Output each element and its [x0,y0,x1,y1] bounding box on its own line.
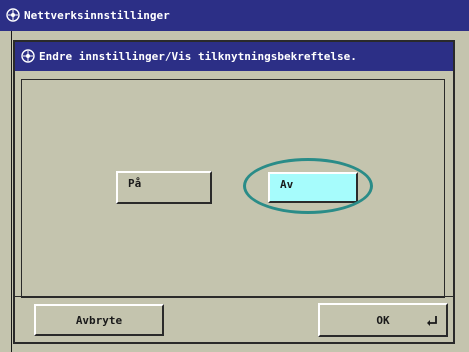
footer-divider [13,296,455,297]
screen: Nettverksinnstillinger Endre innstilling… [0,0,469,352]
network-settings-icon [6,8,20,22]
left-frame [0,31,12,352]
on-option-label: På [128,177,142,190]
dialog-header: Endre innstillinger/Vis tilknytningsbekr… [15,42,453,71]
right-frame [461,31,469,352]
cancel-button[interactable]: Avbryte [34,304,164,336]
network-settings-icon [21,49,35,63]
cancel-button-label: Avbryte [75,314,123,327]
off-option-button[interactable]: Av [268,172,358,203]
settings-dialog: Endre innstillinger/Vis tilknytningsbekr… [13,40,455,344]
enter-icon [427,316,437,326]
window-titlebar: Nettverksinnstillinger [0,0,469,31]
dialog-title: Endre innstillinger/Vis tilknytningsbekr… [39,50,357,63]
window-title: Nettverksinnstillinger [24,9,170,22]
ok-button[interactable]: OK [318,303,448,337]
off-option-label: Av [280,178,294,191]
on-option-button[interactable]: På [116,171,212,204]
dialog-body [21,79,445,298]
